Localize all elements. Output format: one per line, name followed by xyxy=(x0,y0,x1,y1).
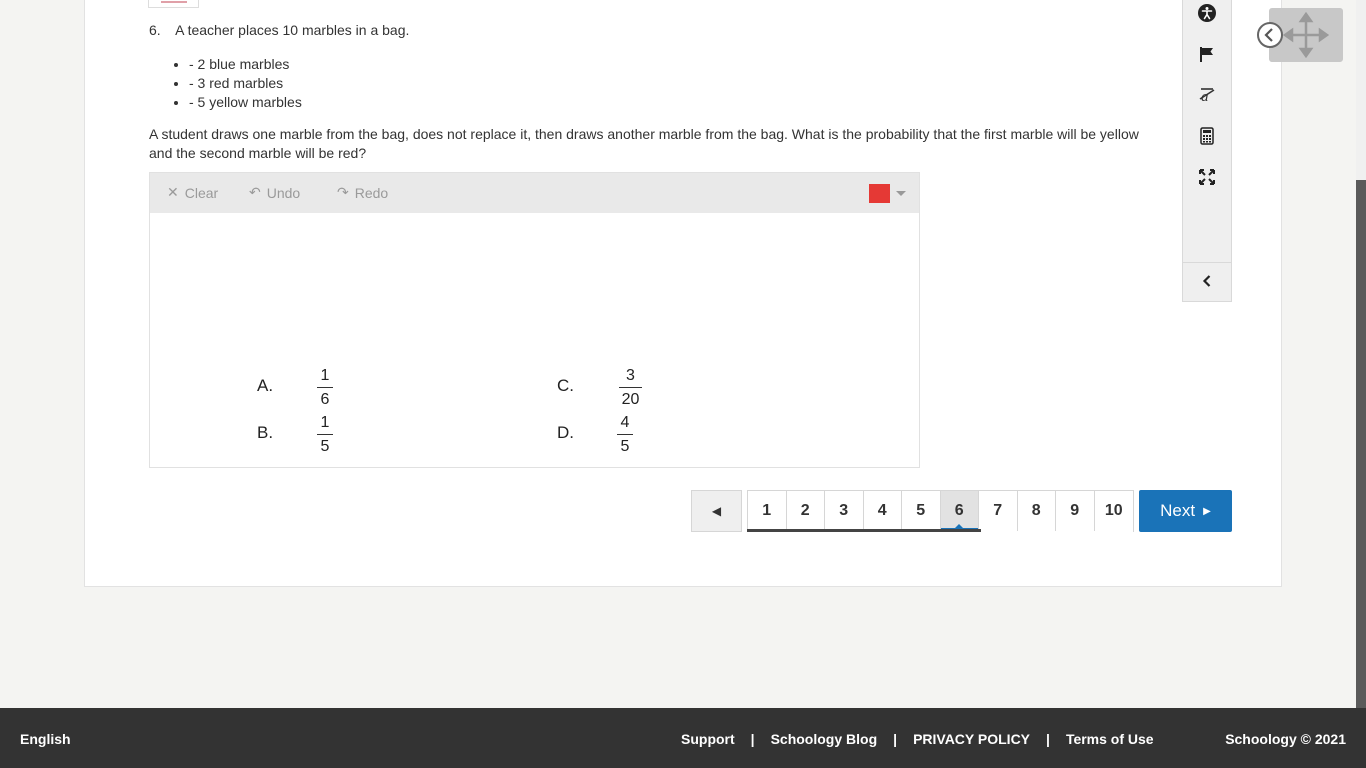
question-prompt: A student draws one marble from the bag,… xyxy=(149,126,1139,161)
redo-icon: ↷ xyxy=(337,184,349,200)
page-button-6[interactable]: 6 xyxy=(940,491,979,531)
undo-icon: ↶ xyxy=(249,184,261,200)
caret-left-icon: ◀ xyxy=(711,504,722,518)
list-item: - 5 yellow marbles xyxy=(189,93,302,112)
copyright: Schoology © 2021 xyxy=(1225,731,1346,747)
privacy-policy-link[interactable]: PRIVACY POLICY xyxy=(913,731,1030,747)
choice-fraction: 3 20 xyxy=(619,366,642,410)
page-button-8[interactable]: 8 xyxy=(1017,491,1056,531)
scrollbar-thumb[interactable] xyxy=(1356,180,1366,708)
schoology-blog-link[interactable]: Schoology Blog xyxy=(771,731,878,747)
clear-label: Clear xyxy=(184,184,219,201)
terms-of-use-link[interactable]: Terms of Use xyxy=(1066,731,1154,747)
fraction-numerator: 1 xyxy=(317,366,333,388)
choice-fraction: 4 5 xyxy=(617,413,633,457)
chevron-down-icon[interactable] xyxy=(896,191,906,196)
calculator-icon[interactable] xyxy=(1183,121,1231,151)
page-button-9[interactable]: 9 xyxy=(1056,491,1095,531)
close-icon: ✕ xyxy=(167,184,179,200)
question-number: 6. xyxy=(149,22,161,38)
question-pagination: 1 2 3 4 5 6 7 8 9 10 xyxy=(747,490,1134,532)
page-button-1[interactable]: 1 xyxy=(748,491,787,531)
footer-links: Support | Schoology Blog | PRIVACY POLIC… xyxy=(681,731,1154,747)
caret-right-icon: ▶ xyxy=(1203,505,1211,517)
fraction-numerator: 3 xyxy=(619,366,642,388)
tools-divider xyxy=(1183,262,1231,263)
next-button[interactable]: Next ▶ xyxy=(1139,490,1232,532)
choice-letter: B. xyxy=(257,423,274,442)
pen-color-swatch[interactable] xyxy=(869,184,890,203)
choice-fraction: 1 5 xyxy=(317,413,333,457)
fraction-denominator: 6 xyxy=(320,391,330,408)
fraction-denominator: 5 xyxy=(320,438,330,455)
list-item: - 3 red marbles xyxy=(189,74,302,93)
accessibility-icon[interactable] xyxy=(1183,0,1231,28)
fullscreen-icon[interactable] xyxy=(1183,162,1231,192)
page-button-7[interactable]: 7 xyxy=(979,491,1018,531)
list-item: - 2 blue marbles xyxy=(189,55,302,74)
fraction-denominator: 5 xyxy=(620,438,630,455)
question-intro: 6. A teacher places 10 marbles in a bag. xyxy=(149,22,409,38)
fraction-numerator: 1 xyxy=(317,413,333,435)
next-label: Next xyxy=(1160,501,1196,520)
fraction-numerator: 4 xyxy=(617,413,633,435)
language-link[interactable]: English xyxy=(20,731,71,747)
undo-button[interactable]: ↶ Undo xyxy=(249,184,300,201)
question-intro-text: A teacher places 10 marbles in a bag. xyxy=(175,22,410,38)
progress-track xyxy=(747,529,981,532)
flag-icon[interactable] xyxy=(1183,39,1231,69)
footer-separator: | xyxy=(1046,731,1050,747)
redo-button[interactable]: ↷ Redo xyxy=(337,184,388,201)
choice-letter: C. xyxy=(557,376,574,395)
page-button-2[interactable]: 2 xyxy=(786,491,825,531)
choice-fraction: 1 6 xyxy=(317,366,333,410)
page-button-3[interactable]: 3 xyxy=(825,491,864,531)
back-circle-icon[interactable] xyxy=(1256,21,1284,49)
page-button-10[interactable]: 10 xyxy=(1094,491,1133,531)
footer-separator: | xyxy=(750,731,755,747)
previous-question-button[interactable]: ◀ xyxy=(691,490,742,532)
footer: English Support | Schoology Blog | PRIVA… xyxy=(0,708,1366,768)
move-icon xyxy=(1283,12,1329,58)
redo-label: Redo xyxy=(354,184,389,201)
marble-list: - 2 blue marbles - 3 red marbles - 5 yel… xyxy=(189,55,302,112)
support-link[interactable]: Support xyxy=(681,731,735,747)
footer-separator: | xyxy=(893,731,898,747)
page-button-5[interactable]: 5 xyxy=(902,491,941,531)
drawing-toolbar: ✕ Clear ↶ Undo ↷ Redo xyxy=(150,173,919,213)
choice-letter: A. xyxy=(257,376,274,395)
choice-letter: D. xyxy=(557,423,574,442)
undo-label: Undo xyxy=(266,184,301,201)
tools-sidebar: a xyxy=(1182,0,1232,302)
question-image-thumbnail[interactable] xyxy=(148,0,199,8)
page-button-4[interactable]: 4 xyxy=(863,491,902,531)
collapse-left-icon[interactable] xyxy=(1183,266,1231,296)
fraction-denominator: 20 xyxy=(621,391,640,408)
strikethrough-tool-icon[interactable]: a xyxy=(1183,80,1231,110)
clear-button[interactable]: ✕ Clear xyxy=(167,184,218,201)
